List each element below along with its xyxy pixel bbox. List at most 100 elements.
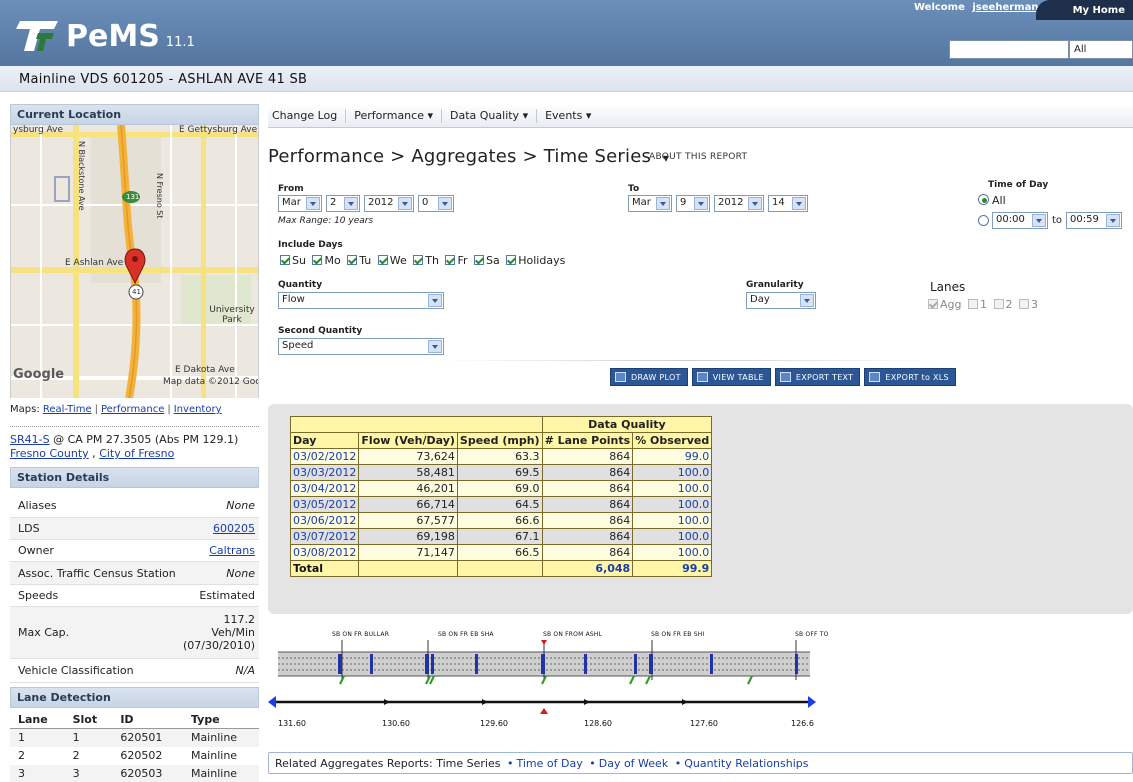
from-day-select[interactable]: 2 [326,195,360,212]
select-value: 14 [772,197,785,208]
tod-to-select[interactable]: 00:59 [1066,212,1123,229]
day-link[interactable]: 03/05/2012 [289,496,360,513]
total-label: Total [289,560,360,577]
related-link-time-of-day[interactable]: Time of Day [516,757,582,770]
tod-to-word: to [1052,215,1063,226]
table-group-header: Data Quality [290,416,713,433]
quantity-label: Quantity [278,280,323,290]
second-quantity-select[interactable]: Speed [278,338,444,355]
map-link-performance[interactable]: Performance [101,404,164,415]
map-label: ysburg Ave [13,125,64,135]
checkbox[interactable] [280,255,290,265]
export-xls-button[interactable]: EXPORT to XLS [864,368,956,386]
day-link[interactable]: 03/04/2012 [289,480,360,497]
checkbox[interactable] [347,255,358,265]
county-link[interactable]: Fresno County [10,447,89,460]
quantity-select[interactable]: Flow [278,292,444,309]
day-holidays[interactable]: Holidays [506,254,565,267]
lane-points-cell: 864 [541,480,634,497]
detail-label: Owner [18,544,54,557]
observed-link[interactable]: 99.0 [632,448,713,465]
tod-all-option[interactable]: All [978,194,1006,207]
day-tu[interactable]: Tu [347,254,371,267]
day-link[interactable]: 03/07/2012 [289,528,360,545]
map-link-realtime[interactable]: Real-Time [43,404,92,415]
menu-change-log[interactable]: Change Log [268,108,347,123]
day-link[interactable]: 03/08/2012 [289,544,360,561]
button-label: DRAW PLOT [631,372,681,382]
draw-plot-button[interactable]: DRAW PLOT [610,368,688,386]
checkbox[interactable] [377,255,388,265]
app-version: 11.1 [165,34,195,50]
granularity-select[interactable]: Day [746,292,816,309]
day-th[interactable]: Th [413,254,439,267]
day-su[interactable]: Su [280,254,306,267]
search-input[interactable] [949,40,1069,59]
checkbox[interactable] [968,299,978,309]
day-link[interactable]: 03/06/2012 [289,512,360,529]
checkbox[interactable] [993,299,1004,309]
from-year-select[interactable]: 2012 [364,195,414,212]
checkbox[interactable] [413,255,424,265]
menu-data-quality[interactable]: Data Quality ▾ [442,108,538,123]
lane-points-cell: 864 [541,528,634,545]
my-home-button[interactable]: My Home [1036,0,1133,20]
day-fr[interactable]: Fr [445,254,468,267]
from-hour-select[interactable]: 0 [418,195,454,212]
to-day-select[interactable]: 9 [676,195,710,212]
day-we[interactable]: We [377,254,407,267]
lds-link[interactable]: 600205 [213,522,255,535]
chevron-down-icon [792,197,806,210]
pems-logo[interactable]: PeMS 11.1 [14,18,195,54]
observed-link[interactable]: 100.0 [632,496,713,513]
lane-option-label: 2 [1005,298,1013,311]
table-icon [696,372,708,382]
tod-from-select[interactable]: 00:00 [992,212,1048,229]
menu-events[interactable]: Events ▾ [537,109,599,123]
radio-all[interactable] [978,194,989,205]
menu-performance[interactable]: Performance ▾ [346,108,442,123]
view-table-button[interactable]: VIEW TABLE [691,368,771,386]
checkbox[interactable] [506,255,517,265]
checkbox[interactable] [312,255,323,265]
related-link-quantity-relationships[interactable]: Quantity Relationships [684,757,808,770]
checkbox[interactable] [1019,299,1029,309]
from-month-select[interactable]: Mar [278,195,322,212]
export-text-button[interactable]: EXPORT TEXT [774,368,861,386]
checkbox[interactable] [474,255,484,265]
observed-link[interactable]: 100.0 [632,544,713,561]
observed-link[interactable]: 100.0 [632,512,713,529]
radio-range[interactable] [978,215,989,226]
to-year-select[interactable]: 2012 [714,195,764,212]
map-label: 41 [132,288,141,296]
observed-link[interactable]: 100.0 [632,464,713,481]
city-link[interactable]: City of Fresno [99,447,174,460]
detail-row-classification: Vehicle Classification N/A [10,659,259,683]
results-panel: Data Quality Day Flow (Veh/Day) Speed (m… [268,404,1133,614]
checkbox[interactable] [928,299,938,309]
location-map[interactable]: ysburg Ave E Gettysburg Ave N Blackstone… [10,125,259,398]
checkbox[interactable] [445,255,456,265]
related-link-day-of-week[interactable]: Day of Week [599,757,668,770]
day-link[interactable]: 03/02/2012 [289,448,360,465]
tod-range-option: 00:00 to 00:59 [978,212,1123,229]
username-link[interactable]: jseeherman [972,2,1038,13]
to-month-select[interactable]: Mar [628,195,672,212]
detail-value: N/A [235,664,255,677]
about-report-link[interactable]: ABOUT THIS REPORT [649,152,747,162]
search-scope-select[interactable]: All [1069,40,1133,59]
owner-link[interactable]: Caltrans [209,544,255,557]
route-link[interactable]: SR41-S [10,433,50,446]
corridor-diagram[interactable]: SB ON FR BULLAR SB ON FR EB SHA SB ON FR… [268,622,828,742]
day-link[interactable]: 03/03/2012 [289,464,360,481]
to-hour-select[interactable]: 14 [768,195,808,212]
observed-link[interactable]: 100.0 [632,528,713,545]
day-mo[interactable]: Mo [312,254,341,267]
map-label: E Ashlan Ave [65,258,124,268]
page-title: Performance > Aggregates > Time Series [268,146,652,167]
station-details: Aliases None LDS 600205 Owner Caltrans A… [10,488,259,683]
chevron-down-icon [1032,214,1046,227]
map-link-inventory[interactable]: Inventory [174,404,222,415]
observed-link[interactable]: 100.0 [632,480,713,497]
day-sa[interactable]: Sa [474,254,500,267]
